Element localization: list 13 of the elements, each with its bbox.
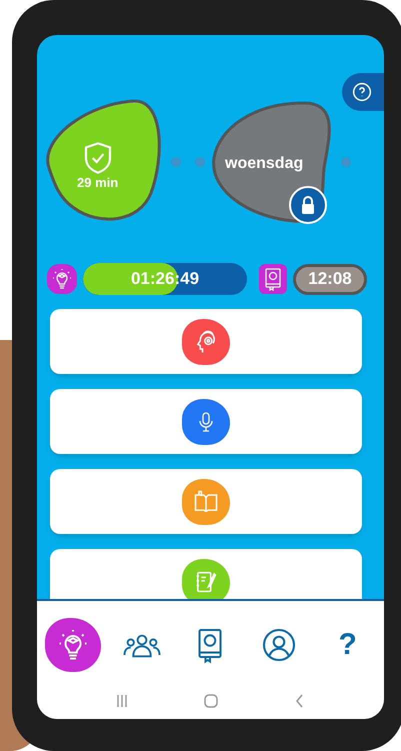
nav-tab[interactable]: ?: [320, 618, 376, 672]
profile-icon: [261, 627, 298, 663]
activity-card[interactable]: [50, 309, 362, 374]
nav-tab[interactable]: [45, 618, 102, 672]
help-tab[interactable]: [342, 73, 384, 111]
help-label: ?: [338, 630, 357, 660]
help-icon: [352, 82, 372, 102]
clock-pill: 12:08: [293, 264, 367, 294]
day-label: woensdag: [225, 156, 304, 172]
activity-card[interactable]: [50, 389, 362, 454]
home-icon[interactable]: [202, 693, 218, 709]
lock-icon: [300, 195, 316, 215]
duration-label: 29 min: [77, 176, 118, 189]
